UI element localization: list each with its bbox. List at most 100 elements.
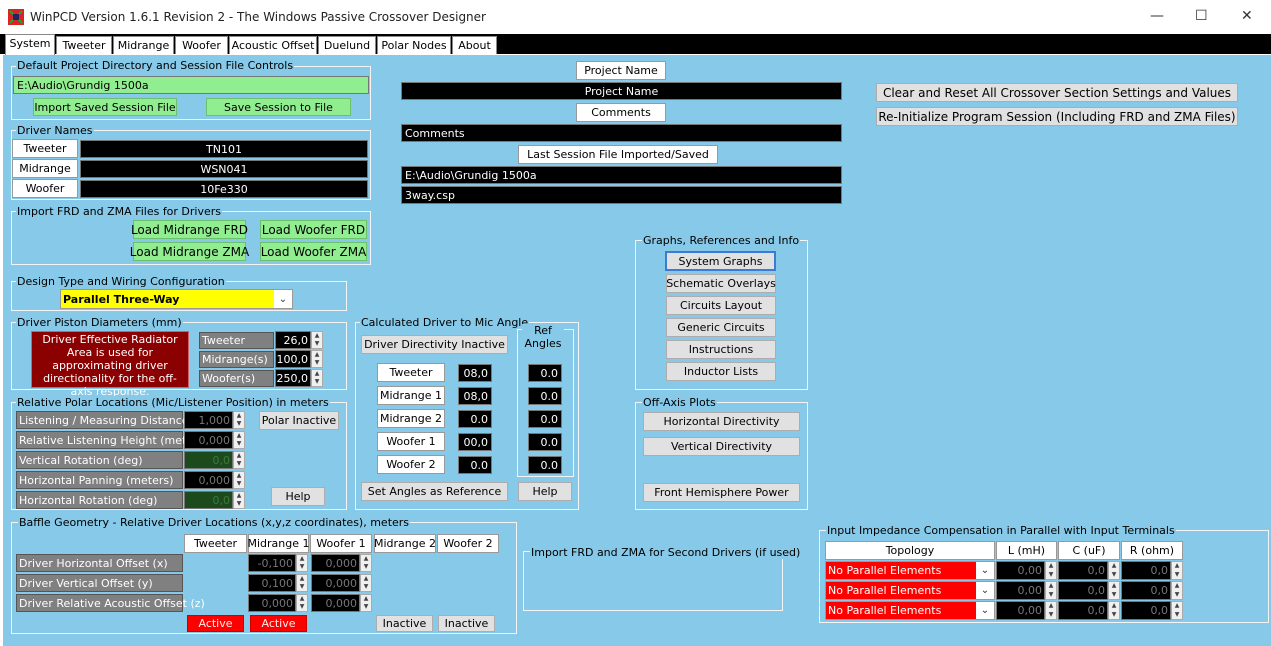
impedance-r-spinner-2[interactable]: 0,0 ▲ ▼ xyxy=(1121,581,1183,600)
spinner-arrows-icon[interactable]: ▲ ▼ xyxy=(233,471,245,489)
inductor-lists-button[interactable]: Inductor Lists xyxy=(666,362,776,381)
spinner-arrows-icon[interactable]: ▲ ▼ xyxy=(1171,561,1183,580)
baffle-woof1-y-spinner[interactable]: 0,000 ▲ ▼ xyxy=(311,574,372,592)
graphs-title: Graphs, References and Info xyxy=(642,234,801,247)
project-name-input[interactable]: Project Name xyxy=(401,82,842,100)
polar-help-button[interactable]: Help xyxy=(271,487,325,506)
driver-name-woofer-input[interactable]: 10Fe330 xyxy=(80,180,368,198)
tab-woofer[interactable]: Woofer xyxy=(175,36,228,54)
spinner-arrows-icon[interactable]: ▲ ▼ xyxy=(1045,561,1057,580)
baffle-mid1-y-spinner[interactable]: 0,100 ▲ ▼ xyxy=(248,574,308,592)
baffle-acoustic-offset-label: Driver Relative Acoustic Offset (z) xyxy=(16,594,205,612)
driver-name-midrange-input[interactable]: WSN041 xyxy=(80,160,368,178)
spinner-arrows-icon[interactable]: ▲ ▼ xyxy=(296,554,308,572)
woofer2-inactive-button[interactable]: Inactive xyxy=(438,615,495,632)
load-midrange-frd-button[interactable]: Load Midrange FRD xyxy=(131,220,248,239)
load-woofer-frd-button[interactable]: Load Woofer FRD xyxy=(260,220,367,239)
design-type-select[interactable]: Parallel Three-Way ⌄ xyxy=(60,289,293,309)
spinner-arrows-icon[interactable]: ▲ ▼ xyxy=(1045,581,1057,600)
baffle-woof1-z-spinner[interactable]: 0,000 ▲ ▼ xyxy=(311,594,372,612)
spinner-arrows-icon[interactable]: ▲ ▼ xyxy=(1108,581,1120,600)
close-icon[interactable]: ✕ xyxy=(1241,8,1253,24)
tab-about[interactable]: About xyxy=(452,36,497,54)
piston-tweeter-spinner[interactable]: 26,0 ▲ ▼ xyxy=(275,331,323,349)
spinner-arrows-icon[interactable]: ▲ ▼ xyxy=(360,554,372,572)
impedance-l-spinner-1[interactable]: 0,00 ▲ ▼ xyxy=(996,561,1057,580)
tab-duelund[interactable]: Duelund xyxy=(318,36,376,54)
baffle-vertical-offset-label: Driver Vertical Offset (y) xyxy=(16,574,183,592)
spinner-arrows-icon[interactable]: ▲ ▼ xyxy=(311,350,323,368)
impedance-topology-select-3[interactable]: No Parallel Elements ⌄ xyxy=(825,601,995,620)
spinner-arrows-icon[interactable]: ▲ ▼ xyxy=(360,594,372,612)
impedance-r-spinner-3[interactable]: 0,0 ▲ ▼ xyxy=(1121,601,1183,620)
spinner-arrows-icon[interactable]: ▲ ▼ xyxy=(1108,561,1120,580)
spinner-arrows-icon[interactable]: ▲ ▼ xyxy=(233,451,245,469)
impedance-c-spinner-1[interactable]: 0,0 ▲ ▼ xyxy=(1058,561,1120,580)
piston-woofer-spinner[interactable]: 250,0 ▲ ▼ xyxy=(275,369,323,387)
impedance-topology-select-2[interactable]: No Parallel Elements ⌄ xyxy=(825,581,995,600)
baffle-header-midrange1: Midrange 1 xyxy=(248,534,310,553)
baffle-mid1-z-spinner[interactable]: 0,000 ▲ ▼ xyxy=(248,594,308,612)
spinner-arrows-icon[interactable]: ▲ ▼ xyxy=(311,331,323,349)
impedance-l-spinner-3[interactable]: 0,00 ▲ ▼ xyxy=(996,601,1057,620)
midrange2-inactive-button[interactable]: Inactive xyxy=(376,615,433,632)
spinner-arrows-icon[interactable]: ▲ ▼ xyxy=(233,491,245,509)
spinner-arrows-icon[interactable]: ▲ ▼ xyxy=(1171,581,1183,600)
polar-distance-label: Listening / Measuring Distance xyxy=(16,411,189,429)
spinner-arrows-icon[interactable]: ▲ ▼ xyxy=(360,574,372,592)
spinner-arrows-icon[interactable]: ▲ ▼ xyxy=(296,574,308,592)
tweeter-active-button[interactable]: Active xyxy=(187,615,244,632)
comments-input[interactable]: Comments xyxy=(401,124,842,142)
mic-angle-midrange1-value: 08,0 xyxy=(458,387,492,405)
spinner-arrows-icon[interactable]: ▲ ▼ xyxy=(1045,601,1057,620)
polar-panning-spinner[interactable]: 0,000 ▲ ▼ xyxy=(184,471,245,489)
spinner-arrows-icon[interactable]: ▲ ▼ xyxy=(233,431,245,449)
polar-inactive-button[interactable]: Polar Inactive xyxy=(259,411,339,430)
tab-system[interactable]: System xyxy=(5,34,55,55)
impedance-r-spinner-1[interactable]: 0,0 ▲ ▼ xyxy=(1121,561,1183,580)
load-woofer-zma-button[interactable]: Load Woofer ZMA xyxy=(260,242,367,261)
schematic-overlays-button[interactable]: Schematic Overlays xyxy=(666,274,776,293)
front-hemisphere-power-button[interactable]: Front Hemisphere Power xyxy=(643,483,800,502)
maximize-icon[interactable]: ☐ xyxy=(1195,8,1208,24)
tab-acoustic-offset[interactable]: Acoustic Offset xyxy=(229,36,317,54)
baffle-woof1-x-spinner[interactable]: 0,000 ▲ ▼ xyxy=(311,554,372,572)
polar-hrotation-spinner[interactable]: 0,0 ▲ ▼ xyxy=(184,491,245,509)
spinner-arrows-icon[interactable]: ▲ ▼ xyxy=(233,411,245,429)
mic-angle-help-button[interactable]: Help xyxy=(518,482,572,501)
impedance-topology-select-1[interactable]: No Parallel Elements ⌄ xyxy=(825,561,995,580)
set-angles-reference-button[interactable]: Set Angles as Reference xyxy=(361,482,508,501)
tab-midrange[interactable]: Midrange xyxy=(113,36,174,54)
driver-name-tweeter-input[interactable]: TN101 xyxy=(80,140,368,158)
impedance-c-spinner-2[interactable]: 0,0 ▲ ▼ xyxy=(1058,581,1120,600)
system-graphs-button[interactable]: System Graphs xyxy=(665,251,776,271)
minimize-icon[interactable]: — xyxy=(1150,8,1164,24)
horizontal-directivity-button[interactable]: Horizontal Directivity xyxy=(643,412,800,431)
baffle-mid1-x-spinner[interactable]: -0,100 ▲ ▼ xyxy=(248,554,308,572)
polar-distance-spinner[interactable]: 1,000 ▲ ▼ xyxy=(184,411,245,429)
impedance-l-spinner-2[interactable]: 0,00 ▲ ▼ xyxy=(996,581,1057,600)
generic-circuits-button[interactable]: Generic Circuits xyxy=(666,318,776,337)
clear-reset-button[interactable]: Clear and Reset All Crossover Section Se… xyxy=(876,83,1238,102)
instructions-button[interactable]: Instructions xyxy=(666,340,776,359)
project-path-input[interactable]: E:\Audio\Grundig 1500a xyxy=(13,76,369,94)
tab-tweeter[interactable]: Tweeter xyxy=(56,36,112,54)
polar-vrotation-spinner[interactable]: 0,0 ▲ ▼ xyxy=(184,451,245,469)
polar-height-spinner[interactable]: 0,000 ▲ ▼ xyxy=(184,431,245,449)
spinner-arrows-icon[interactable]: ▲ ▼ xyxy=(1108,601,1120,620)
tab-polar-nodes[interactable]: Polar Nodes xyxy=(377,36,451,54)
driver-directivity-button[interactable]: Driver Directivity Inactive xyxy=(361,335,508,354)
spinner-arrows-icon[interactable]: ▲ ▼ xyxy=(1171,601,1183,620)
spinner-arrows-icon[interactable]: ▲ ▼ xyxy=(311,369,323,387)
midrange1-active-button[interactable]: Active xyxy=(250,615,307,632)
import-session-button[interactable]: Import Saved Session File xyxy=(33,98,177,116)
vertical-directivity-button[interactable]: Vertical Directivity xyxy=(643,437,800,456)
reinitialize-button[interactable]: Re-Initialize Program Session (Including… xyxy=(876,107,1238,126)
piston-midrange-spinner[interactable]: 100,0 ▲ ▼ xyxy=(275,350,323,368)
load-midrange-zma-button[interactable]: Load Midrange ZMA xyxy=(130,242,249,261)
impedance-c-spinner-3[interactable]: 0,0 ▲ ▼ xyxy=(1058,601,1120,620)
circuits-layout-button[interactable]: Circuits Layout xyxy=(666,296,776,315)
baffle-header-midrange2: Midrange 2 xyxy=(374,534,436,553)
spinner-arrows-icon[interactable]: ▲ ▼ xyxy=(296,594,308,612)
save-session-button[interactable]: Save Session to File xyxy=(206,98,351,116)
